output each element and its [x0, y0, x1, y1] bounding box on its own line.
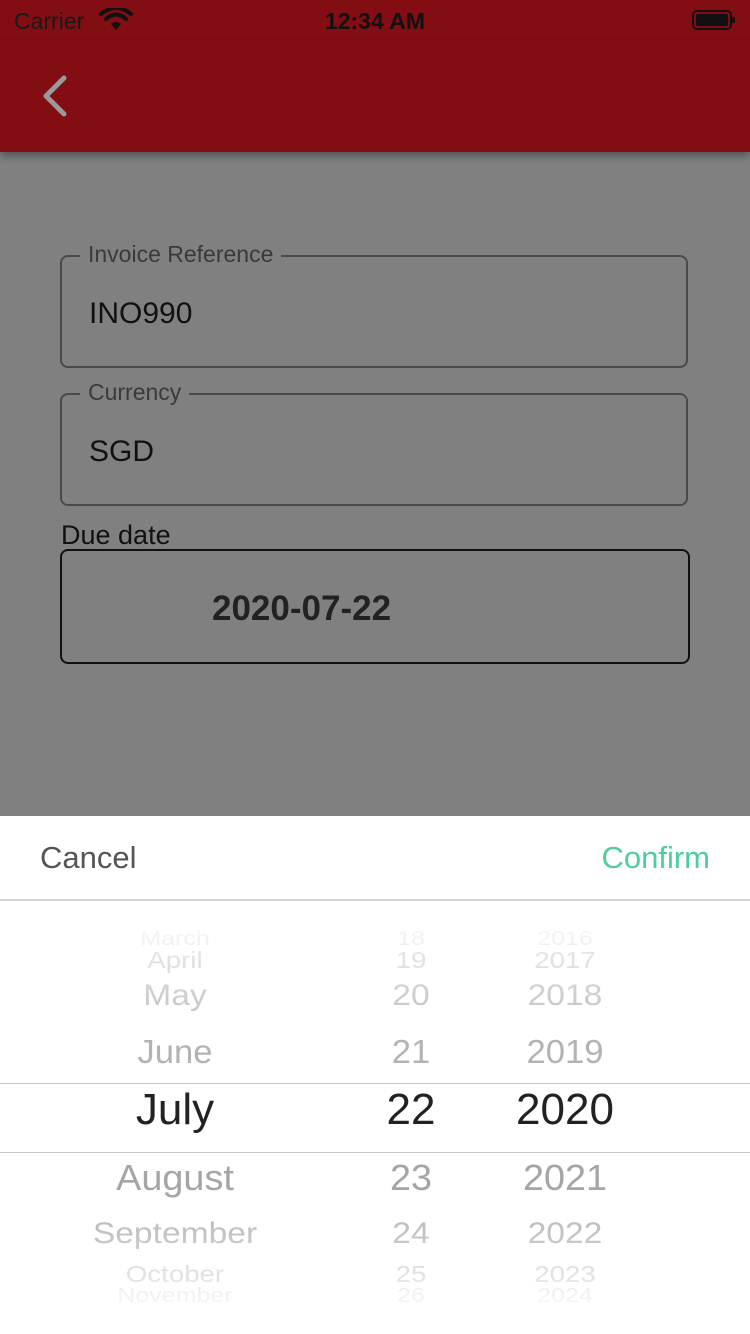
back-button[interactable]	[30, 70, 82, 122]
status-time: 12:34 AM	[324, 8, 426, 34]
year-option[interactable]: 2023	[534, 1261, 595, 1288]
year-option[interactable]: 2019	[526, 1033, 603, 1071]
status-bar: Carrier 12:34 AM	[0, 0, 750, 40]
nav-bar	[0, 40, 750, 152]
invoice-reference-label: Invoice Reference	[80, 241, 282, 268]
year-option[interactable]: 2017	[534, 947, 595, 974]
invoice-reference-field[interactable]: Invoice Reference INO990	[60, 241, 688, 368]
currency-field[interactable]: Currency SGD	[60, 379, 688, 506]
year-option[interactable]: 2020	[516, 1085, 614, 1135]
cancel-button[interactable]: Cancel	[40, 840, 137, 876]
picker-toolbar: Cancel Confirm	[0, 816, 750, 901]
currency-label: Currency	[80, 379, 190, 406]
year-option[interactable]: 2021	[523, 1157, 607, 1199]
date-wheel-picker[interactable]: March April May June July August September Octo…	[0, 902, 750, 1334]
year-column[interactable]: 2016 2017 2018 2019 2020 2021 2022 2023 2024	[0, 902, 750, 1334]
chevron-left-icon	[43, 75, 67, 117]
year-option[interactable]: 2022	[528, 1217, 603, 1251]
confirm-button[interactable]: Confirm	[601, 840, 710, 876]
battery-icon	[692, 10, 735, 30]
due-date-value: 2020-07-22	[212, 589, 392, 628]
invoice-form: Invoice Reference INO990 Currency SGD Du…	[0, 152, 750, 816]
due-date-field[interactable]: 2020-07-22	[60, 549, 690, 664]
due-date-label: Due date	[61, 520, 171, 550]
date-picker-sheet: Cancel Confirm March April May June July Augu…	[0, 816, 750, 1334]
invoice-reference-value: INO990	[89, 297, 193, 330]
year-option[interactable]: 2018	[528, 979, 603, 1013]
year-option[interactable]: 2024	[537, 1285, 593, 1308]
currency-value: SGD	[89, 435, 155, 468]
